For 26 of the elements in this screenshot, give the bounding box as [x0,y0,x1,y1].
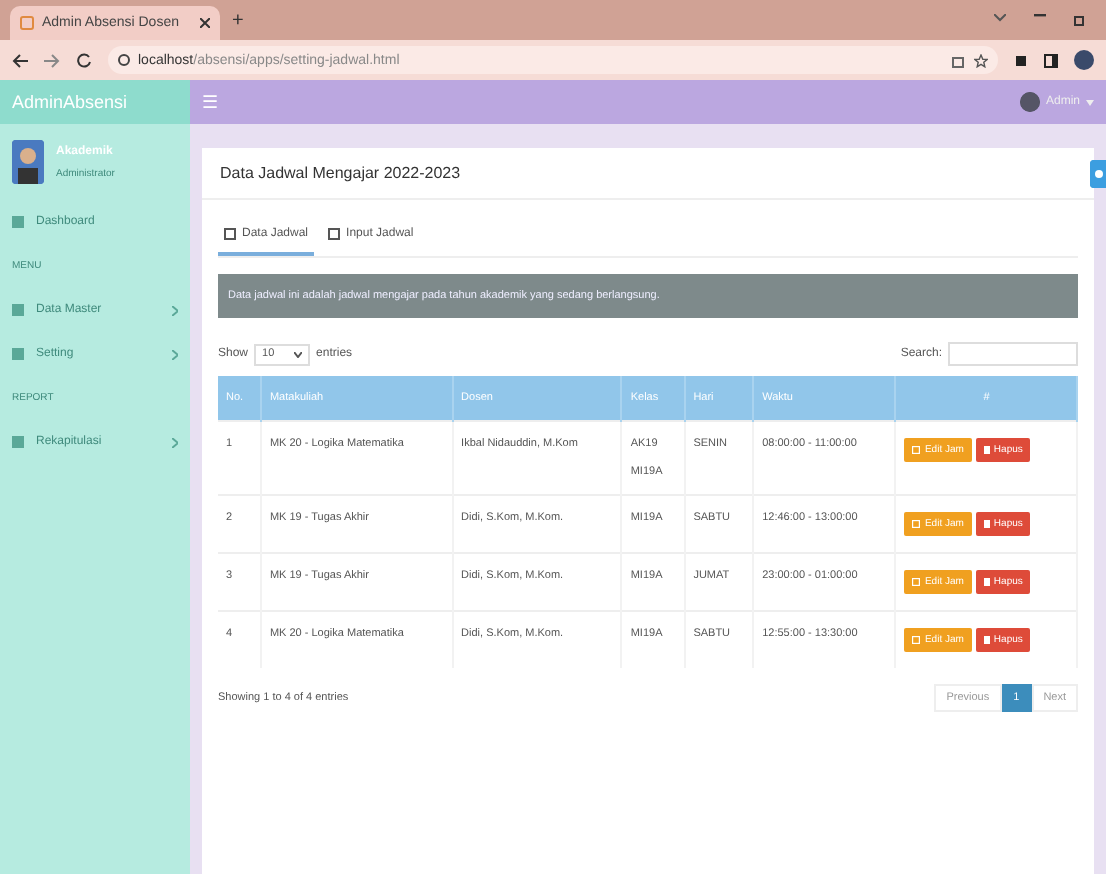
back-icon[interactable] [12,53,28,67]
restore-icon[interactable] [1074,14,1086,26]
user-avatar [12,140,44,184]
card-title: Data Jadwal Mengajar 2022-2023 [202,148,1094,200]
caret-icon [1086,99,1094,105]
chevron-icon [294,351,303,357]
profile-avatar[interactable] [1074,50,1094,70]
page-icon [20,16,34,30]
settings-icon[interactable] [1090,160,1106,188]
menu-icon [12,348,24,360]
menu-icon [12,216,24,228]
info-icon [118,54,130,66]
menu-icon [12,304,24,316]
admin-avatar [1019,92,1040,112]
menu-icon [12,436,24,448]
minimize-icon[interactable] [1034,14,1046,18]
new-tab-button[interactable]: + [232,9,244,31]
sidebar-icon[interactable] [1044,53,1058,67]
reload-icon[interactable] [76,52,92,68]
search-field[interactable] [948,342,1078,366]
star-icon[interactable] [974,53,988,67]
menu-icon[interactable]: ☰ [202,92,218,112]
forward-icon[interactable] [44,53,60,67]
chevron-icon[interactable] [994,14,1006,22]
close-icon[interactable] [200,18,210,28]
brand-title: AdminAbsensi [0,80,190,124]
